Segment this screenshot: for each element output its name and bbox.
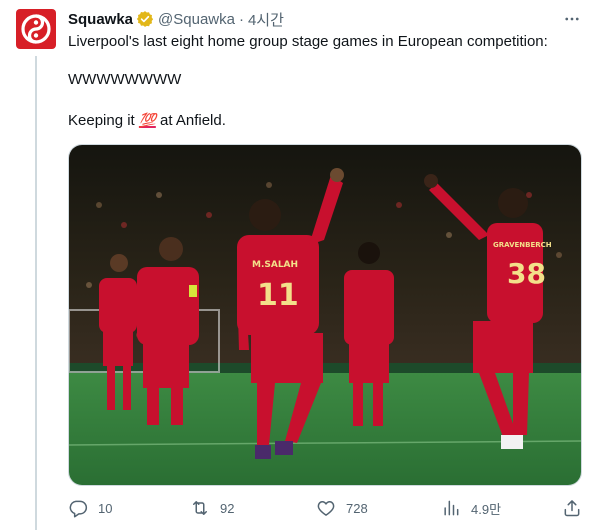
reply-button[interactable]: 10 (68, 496, 112, 520)
tweet-text-line-1: Liverpool's last eight home group stage … (68, 33, 548, 50)
header-separator: · (238, 10, 244, 28)
repost-icon (193, 501, 207, 515)
gravenberch-shirt-name: GRAVENBERCH (493, 241, 552, 249)
author-name[interactable]: Squawka (68, 11, 133, 28)
thread-line (35, 56, 37, 530)
view-count: 4.9만 (471, 501, 502, 517)
views-button[interactable]: 4.9만 (441, 496, 501, 520)
salah-shirt-number: 11 (257, 278, 299, 313)
like-button[interactable]: 728 (316, 496, 368, 520)
hundred-points-emoji: 💯 (138, 112, 156, 128)
tweet-text-line-3: Keeping it 💯 at Anfield. (68, 110, 226, 131)
gravenberch-shirt-number: 38 (507, 257, 546, 290)
verified-badge-icon[interactable] (136, 10, 154, 28)
tweet-header: Squawka @Squawka · 4시간 (68, 9, 284, 29)
tweet-text-line-2: WWWWWWWW (68, 71, 182, 88)
tweet-actions: 10 92 728 4.9만 (68, 496, 584, 520)
views-icon (444, 500, 459, 516)
share-button[interactable] (562, 496, 582, 520)
avatar[interactable] (16, 9, 56, 49)
more-icon[interactable] (560, 8, 584, 30)
like-count: 728 (346, 500, 368, 516)
squawka-logo-icon (21, 14, 51, 44)
reply-icon (69, 500, 88, 518)
tweet-text-after-emoji: at Anfield. (155, 112, 226, 129)
tweet-text-before-emoji: Keeping it (68, 112, 139, 129)
author-handle[interactable]: @Squawka (158, 11, 235, 28)
reply-count: 10 (98, 500, 113, 516)
repost-button[interactable]: 92 (190, 496, 234, 520)
tweet-photo[interactable]: M.SALAH 11 GRAVENBERCH 38 (68, 144, 582, 486)
tweet-timestamp[interactable]: 4시간 (248, 9, 284, 30)
salah-shirt-name: M.SALAH (252, 260, 298, 270)
like-icon (317, 501, 335, 516)
repost-count: 92 (220, 500, 235, 516)
share-icon (564, 500, 580, 517)
football-celebration-photo: M.SALAH 11 GRAVENBERCH 38 (69, 145, 581, 485)
